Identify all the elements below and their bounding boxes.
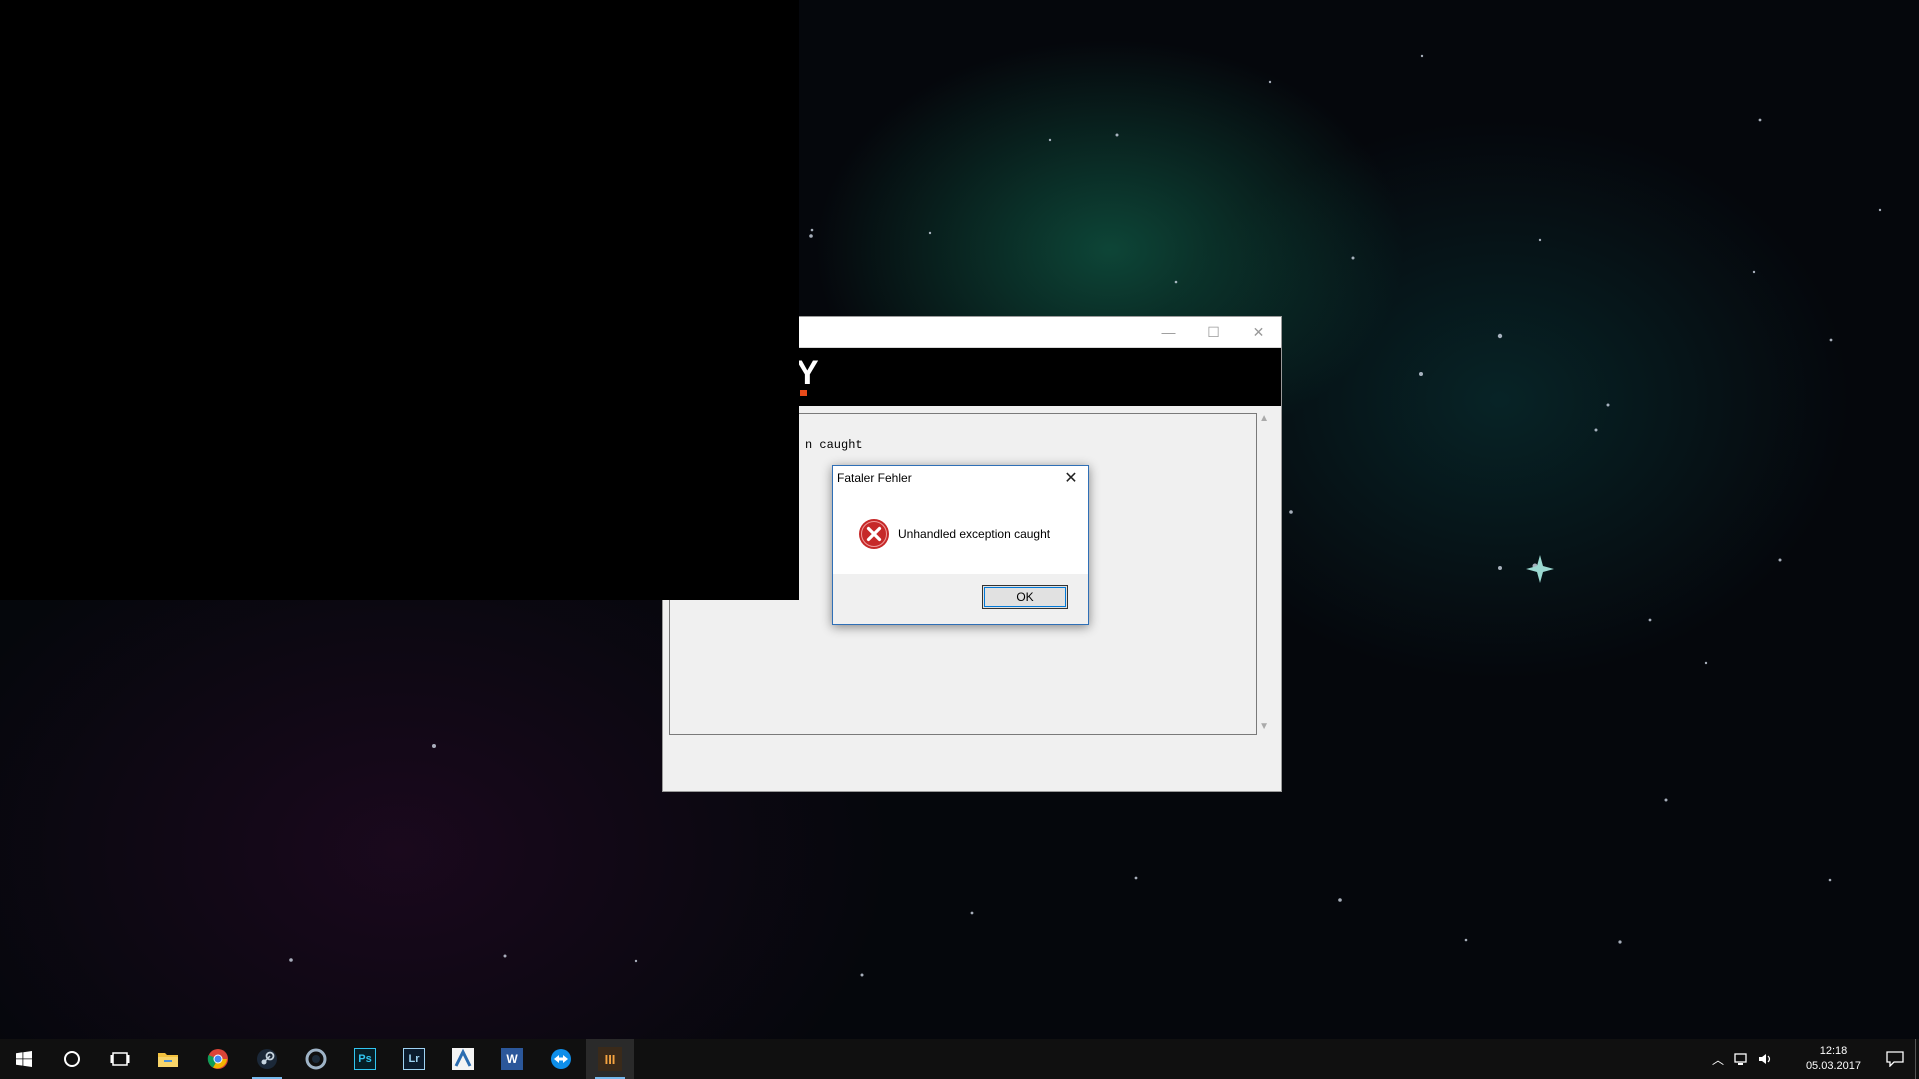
banner-accent — [800, 390, 807, 396]
close-button[interactable]: ✕ — [1236, 317, 1281, 347]
lightroom-icon[interactable]: Lr — [390, 1039, 438, 1079]
volume-icon[interactable] — [1758, 1052, 1774, 1066]
clock-date: 05.03.2017 — [1805, 1060, 1861, 1072]
steam-icon[interactable] — [243, 1039, 291, 1079]
folder-icon[interactable] — [144, 1039, 192, 1079]
clock[interactable]: 12:18 05.03.2017 — [1806, 1044, 1861, 1074]
chevron-up-icon[interactable]: ︿ — [1712, 1051, 1724, 1068]
cortana-icon[interactable] — [48, 1039, 96, 1079]
photoshop-icon[interactable]: Ps — [341, 1039, 389, 1079]
system-tray: ︿ — [1712, 1039, 1774, 1079]
error-icon — [859, 519, 889, 549]
error-dialog[interactable]: Fataler Fehler ✕ Unhandled exception cau… — [832, 465, 1089, 625]
dialog-message: Unhandled exception caught — [898, 527, 1051, 541]
chrome-icon[interactable] — [194, 1039, 242, 1079]
word-icon[interactable]: W — [488, 1039, 536, 1079]
notification-icon[interactable] — [1871, 1039, 1919, 1079]
dialog-footer: OK — [833, 574, 1088, 624]
log-line: n caught — [805, 438, 863, 452]
task-view-icon[interactable] — [96, 1039, 144, 1079]
game-window[interactable] — [0, 0, 799, 600]
dialog-close-button[interactable]: ✕ — [1060, 468, 1082, 490]
show-desktop-button[interactable] — [1915, 1039, 1919, 1079]
teamviewer-icon[interactable] — [537, 1039, 585, 1079]
origin-icon[interactable] — [292, 1039, 340, 1079]
minimize-button[interactable]: — — [1146, 317, 1191, 347]
clock-time: 12:18 — [1819, 1045, 1848, 1057]
taskbar: Ps Lr W III ︿ 12:18 05.03.2017 — [0, 1039, 1919, 1079]
clip-studio-icon[interactable] — [439, 1039, 487, 1079]
windows-icon[interactable] — [0, 1039, 48, 1079]
scroll-up-arrow[interactable]: ▲ — [1259, 413, 1269, 424]
dialog-title: Fataler Fehler — [837, 471, 912, 485]
banner-logo-text: Y — [796, 354, 819, 392]
network-icon[interactable] — [1734, 1052, 1750, 1066]
maximize-button[interactable]: ☐ — [1191, 317, 1236, 347]
scroll-down-arrow[interactable]: ▼ — [1259, 721, 1269, 732]
black-ops-icon[interactable]: III — [586, 1039, 634, 1079]
ok-button[interactable]: OK — [982, 585, 1068, 609]
